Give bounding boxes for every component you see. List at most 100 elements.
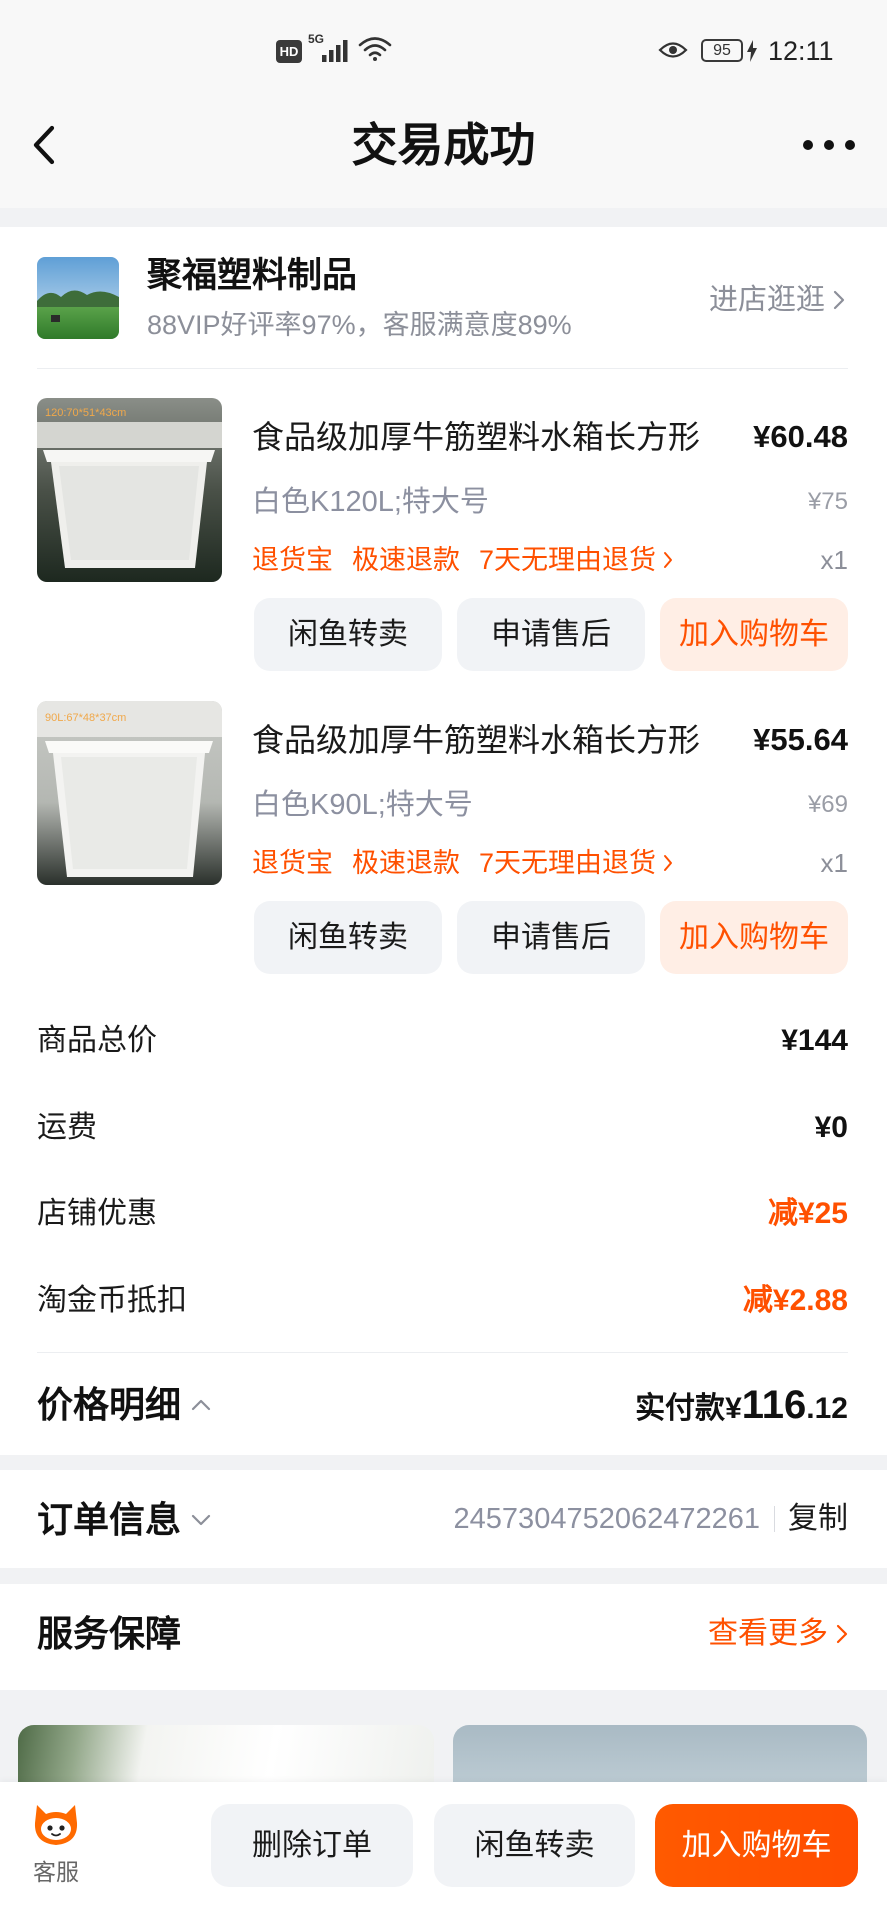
battery-level: 95 [713, 42, 731, 59]
order-info-card: 订单信息 2457304752062472261 复制 [0, 1470, 887, 1568]
order-item: 90L:67*48*37cm 食品级加厚牛筋塑料水箱长方形 ¥55.64 白色K… [0, 701, 887, 981]
product-spec: 白色K90L;特大号 [252, 789, 473, 821]
more-dots-icon [803, 140, 855, 150]
add-to-cart-button[interactable]: 加入购物车 [660, 901, 848, 974]
tag-return-insurance: 退货宝 [252, 545, 333, 575]
chevron-right-icon [664, 552, 673, 568]
divider [37, 1352, 848, 1353]
bottom-action-bar: 客服 删除订单 闲鱼转卖 加入购物车 [0, 1782, 887, 1920]
price-row-value: 减¥2.88 [742, 1284, 848, 1317]
service-guarantee-label: 服务保障 [37, 1613, 182, 1654]
shop-avatar-image [37, 257, 119, 339]
order-item: 120:70*51*43cm 食品级加厚牛筋塑料水箱长方形 ¥60.48 白色K… [0, 398, 887, 678]
delete-order-button[interactable]: 删除订单 [211, 1804, 413, 1887]
price-row-coin-deduction: 淘金币抵扣 减¥2.88 [37, 1281, 848, 1321]
service-guarantee-header: 服务保障 [37, 1612, 181, 1656]
amount-paid-decimal: .12 [806, 1392, 848, 1425]
amount-paid-integer: 116 [741, 1383, 807, 1427]
after-sales-button[interactable]: 申请售后 [457, 901, 645, 974]
product-price: ¥60.48 [753, 419, 848, 454]
customer-service-label[interactable]: 客服 [26, 1858, 86, 1886]
price-row-subtotal: 商品总价 ¥144 [37, 1021, 848, 1061]
separator [774, 1506, 775, 1532]
tag-7-day-return-label: 7天无理由退货 [479, 848, 657, 878]
product-image-caption: 90L:67*48*37cm [45, 712, 126, 724]
product-image-caption: 120:70*51*43cm [45, 407, 126, 419]
resell-button[interactable]: 闲鱼转卖 [254, 901, 442, 974]
clock: 12:11 [768, 36, 834, 66]
shop-name[interactable]: 聚福塑料制品 [147, 256, 357, 296]
amount-paid: 实付款 ¥ 116 .12 [635, 1381, 848, 1429]
product-spec: 白色K120L;特大号 [252, 486, 489, 518]
order-info-label: 订单信息 [37, 1499, 182, 1540]
service-tags[interactable]: 退货宝 极速退款 7天无理由退货 [252, 542, 673, 578]
back-button[interactable] [28, 122, 64, 168]
chevron-right-icon [664, 855, 673, 871]
original-price: ¥69 [807, 791, 848, 818]
quantity: x1 [820, 545, 848, 575]
view-more-label: 查看更多 [708, 1617, 828, 1650]
service-guarantee-card: 服务保障 查看更多 [0, 1584, 887, 1690]
order-info-toggle[interactable]: 订单信息 [37, 1498, 211, 1542]
tag-fast-refund: 极速退款 [352, 848, 460, 878]
cellular-signal-icon [322, 40, 348, 62]
price-row-value: ¥0 [814, 1111, 848, 1144]
price-detail-toggle[interactable]: 价格明细 [37, 1381, 211, 1429]
charging-icon [747, 40, 757, 62]
product-title[interactable]: 食品级加厚牛筋塑料水箱长方形 [252, 720, 702, 760]
hd-voice-icon: HD [276, 40, 302, 63]
quantity: x1 [820, 848, 848, 878]
customer-service-icon[interactable] [31, 1802, 81, 1848]
product-image[interactable]: 90L:67*48*37cm [37, 701, 222, 885]
amount-paid-label: 实付款 [635, 1392, 726, 1425]
order-number-group: 2457304752062472261 复制 [454, 1499, 848, 1539]
tag-return-insurance: 退货宝 [252, 848, 333, 878]
wifi-icon [358, 37, 392, 61]
product-photo: 120:70*51*43cm [37, 398, 222, 582]
more-button[interactable] [800, 133, 860, 157]
tag-7-day-return-label: 7天无理由退货 [479, 545, 657, 575]
service-tags[interactable]: 退货宝 极速退款 7天无理由退货 [252, 845, 673, 881]
product-photo: 90L:67*48*37cm [37, 701, 222, 885]
product-title[interactable]: 食品级加厚牛筋塑料水箱长方形 [252, 417, 702, 457]
price-row-shipping: 运费 ¥0 [37, 1108, 848, 1148]
price-row-value: 减¥25 [767, 1197, 848, 1230]
price-row-label: 商品总价 [37, 1024, 157, 1057]
order-number: 2457304752062472261 [453, 1503, 760, 1535]
view-more-link[interactable]: 查看更多 [708, 1614, 848, 1654]
visit-shop-link[interactable]: 进店逛逛 [709, 282, 845, 318]
chevron-left-icon [33, 125, 55, 165]
eye-comfort-icon [658, 42, 688, 58]
chevron-down-icon [191, 1514, 211, 1526]
original-price: ¥75 [807, 488, 848, 515]
battery-icon: 95 [701, 39, 743, 62]
shop-avatar[interactable] [37, 257, 119, 339]
top-area: HD 5G 95 12:11 交易成功 [0, 0, 887, 208]
order-card: 聚福塑料制品 88VIP好评率97%，客服满意度89% 进店逛逛 120:70*… [0, 227, 887, 1455]
tag-7-day-return[interactable]: 7天无理由退货 [479, 845, 673, 881]
price-row-label: 淘金币抵扣 [37, 1284, 187, 1317]
add-to-cart-button[interactable]: 加入购物车 [660, 598, 848, 671]
price-row-shop-discount: 店铺优惠 减¥25 [37, 1194, 848, 1234]
add-to-cart-button[interactable]: 加入购物车 [655, 1804, 858, 1887]
after-sales-button[interactable]: 申请售后 [457, 598, 645, 671]
shop-ratings: 88VIP好评率97%，客服满意度89% [147, 310, 572, 340]
copy-button[interactable]: 复制 [788, 1499, 848, 1539]
product-image[interactable]: 120:70*51*43cm [37, 398, 222, 582]
resell-button[interactable]: 闲鱼转卖 [254, 598, 442, 671]
visit-shop-label: 进店逛逛 [708, 284, 825, 316]
chevron-up-icon [191, 1399, 211, 1411]
product-price: ¥55.64 [753, 722, 848, 757]
tag-fast-refund: 极速退款 [352, 545, 460, 575]
amount-paid-currency: ¥ [725, 1392, 742, 1425]
price-detail-label: 价格明细 [37, 1384, 182, 1425]
price-row-label: 运费 [37, 1111, 97, 1144]
divider [37, 368, 848, 369]
tag-7-day-return[interactable]: 7天无理由退货 [479, 542, 673, 578]
price-row-value: ¥144 [781, 1024, 848, 1057]
price-row-label: 店铺优惠 [37, 1197, 157, 1230]
price-detail-row: 价格明细 实付款 ¥ 116 .12 [37, 1381, 848, 1429]
resell-button[interactable]: 闲鱼转卖 [434, 1804, 635, 1887]
page-title: 交易成功 [351, 119, 536, 171]
chevron-right-icon [833, 290, 845, 310]
